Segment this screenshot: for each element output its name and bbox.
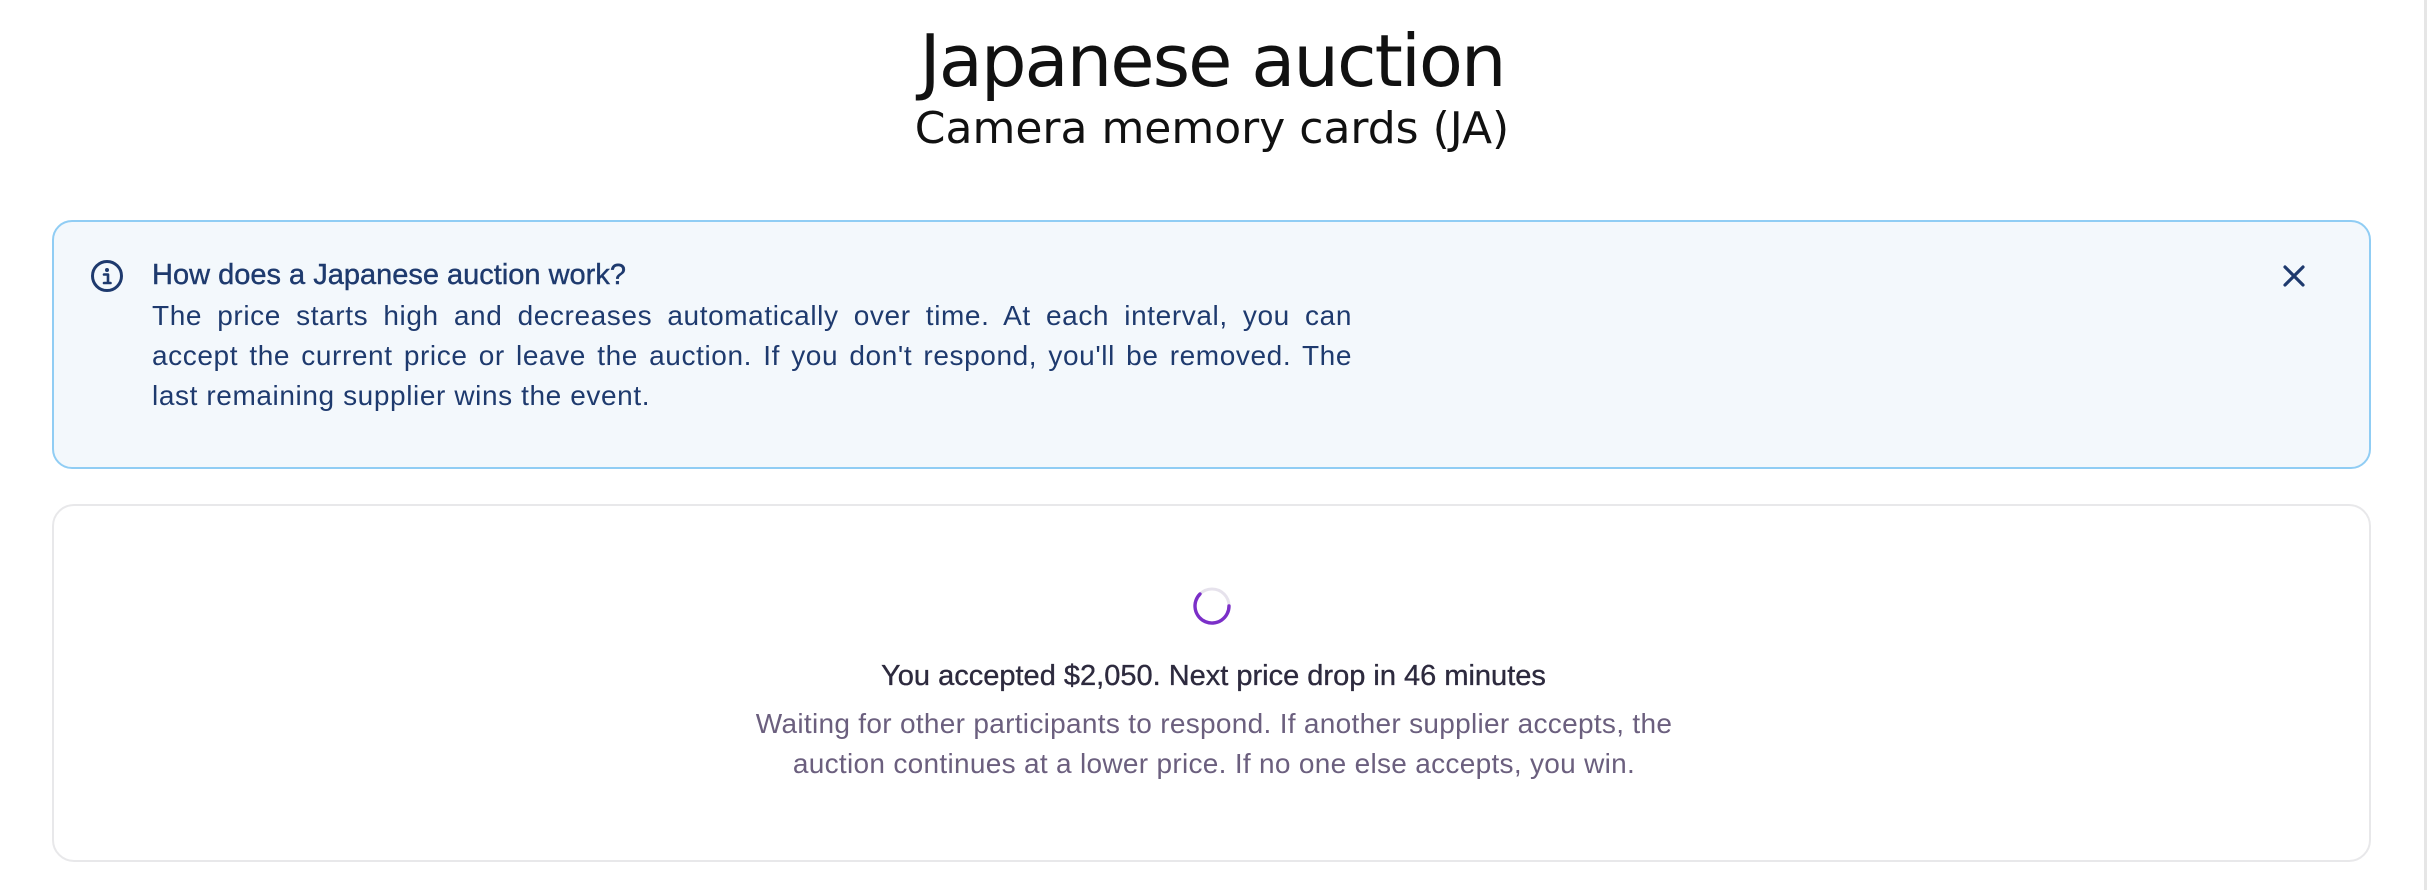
page-header: Japanese auction Camera memory cards (JA…	[0, 18, 2424, 154]
info-panel: How does a Japanese auction work? The pr…	[52, 220, 2371, 469]
info-body: The price starts high and decreases auto…	[152, 300, 1352, 411]
page-subtitle: Camera memory cards (JA)	[914, 103, 1510, 154]
page-title: Japanese auction	[919, 19, 1506, 103]
close-icon	[2276, 265, 2312, 297]
info-circle-icon	[90, 259, 124, 293]
dismiss-info-button[interactable]	[2276, 258, 2312, 294]
status-headline: You accepted $2,050. Next price drop in …	[881, 660, 1546, 692]
status-description: Waiting for other participants to respon…	[755, 708, 1673, 779]
loading-spinner-icon	[1192, 586, 1232, 626]
status-card: You accepted $2,050. Next price drop in …	[52, 504, 2371, 862]
scrollbar-track[interactable]	[2424, 0, 2427, 890]
info-title: How does a Japanese auction work?	[152, 259, 626, 291]
page: Japanese auction Camera memory cards (JA…	[0, 0, 2436, 890]
